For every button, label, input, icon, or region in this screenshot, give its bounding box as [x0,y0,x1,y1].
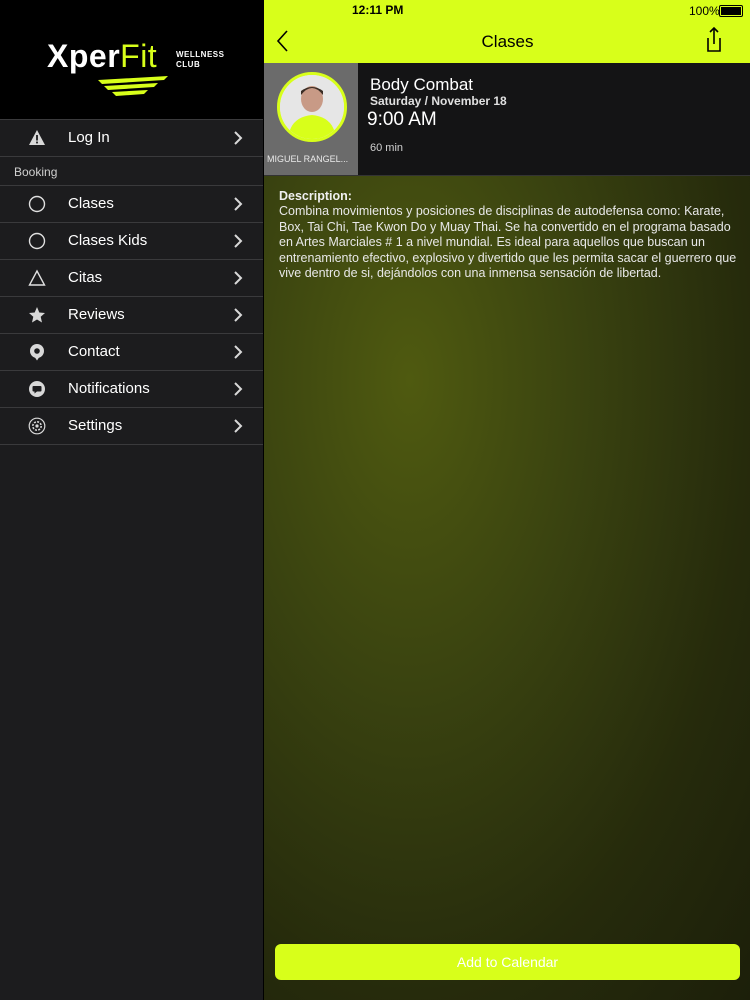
class-card: MIGUEL RANGEL... Body Combat Saturday / … [264,63,750,176]
description-text: Combina movimientos y posiciones de disc… [279,204,737,281]
chevron-right-icon [234,308,243,322]
sidebar-item-notifications[interactable]: Notifications [0,371,263,408]
warning-icon [29,130,45,145]
sidebar-item-settings[interactable]: Settings [0,408,263,445]
logo-brand-accent: Fit [120,38,158,74]
chevron-right-icon [234,345,243,359]
sidebar-item-log-in[interactable]: Log In [0,119,263,157]
sidebar-item-label: Contact [68,343,120,360]
star-icon [29,307,45,323]
share-icon[interactable] [704,26,724,54]
status-time: 12:11 PM [352,3,404,17]
class-time: 9:00 AM [367,109,437,130]
chevron-right-icon [234,131,243,145]
sidebar-item-contact[interactable]: Contact [0,334,263,371]
logo-brand-main: Xper [47,38,121,74]
gear-icon [28,417,46,435]
logo-sub-line1: WELLNESS [176,50,225,59]
description-block: Description: Combina movimientos y posic… [279,189,739,281]
instructor-avatar [277,72,347,142]
sidebar-item-label: Reviews [68,306,125,323]
sidebar-item-clases[interactable]: Clases [0,186,263,223]
logo: XperFit WELLNESS CLUB [0,0,263,119]
triangle-icon [28,269,46,286]
section-label-booking: Booking [0,157,263,186]
chevron-right-icon [234,234,243,248]
avatar-photo-icon [280,75,344,139]
circle-icon [28,232,46,250]
class-date: Saturday / November 18 [370,94,507,108]
description-title: Description: [279,189,352,203]
chevron-right-icon [234,197,243,211]
logo-sub-line2: CLUB [176,60,201,69]
circle-icon [28,195,46,213]
nav-title: Clases [481,32,534,51]
sidebar-item-label: Clases [68,195,114,212]
sidebar-item-label: Settings [68,417,123,434]
class-name: Body Combat [370,75,473,94]
sidebar-item-label: Citas [68,269,103,286]
nav-bar: Clases [264,20,750,63]
add-to-calendar-button[interactable]: Add to Calendar [275,944,740,980]
sidebar-item-reviews[interactable]: Reviews [0,297,263,334]
logo-swoosh-icon [98,76,168,96]
instructor-box[interactable]: MIGUEL RANGEL... [264,63,358,175]
location-pin-icon [30,344,44,361]
instructor-name: MIGUEL RANGEL... [267,154,349,164]
sidebar-item-label: Clases Kids [68,232,148,249]
chevron-right-icon [234,382,243,396]
battery-percent: 100% [689,4,720,18]
sidebar: XperFit WELLNESS CLUB Log In Booking Cla… [0,0,263,1000]
sidebar-item-clases-kids[interactable]: Clases Kids [0,223,263,260]
battery-icon [719,5,743,17]
chevron-right-icon [234,271,243,285]
status-bar: 12:11 PM 100% [264,0,750,20]
sidebar-item-label: Notifications [68,380,150,397]
sidebar-item-citas[interactable]: Citas [0,260,263,297]
class-duration: 60 min [370,142,404,154]
class-detail-panel: 12:11 PM 100% Clases MIGUEL RANGEL... Bo… [263,0,750,1000]
sidebar-item-label: Log In [68,129,110,146]
chat-bubble-icon [29,381,45,397]
chevron-right-icon [234,419,243,433]
